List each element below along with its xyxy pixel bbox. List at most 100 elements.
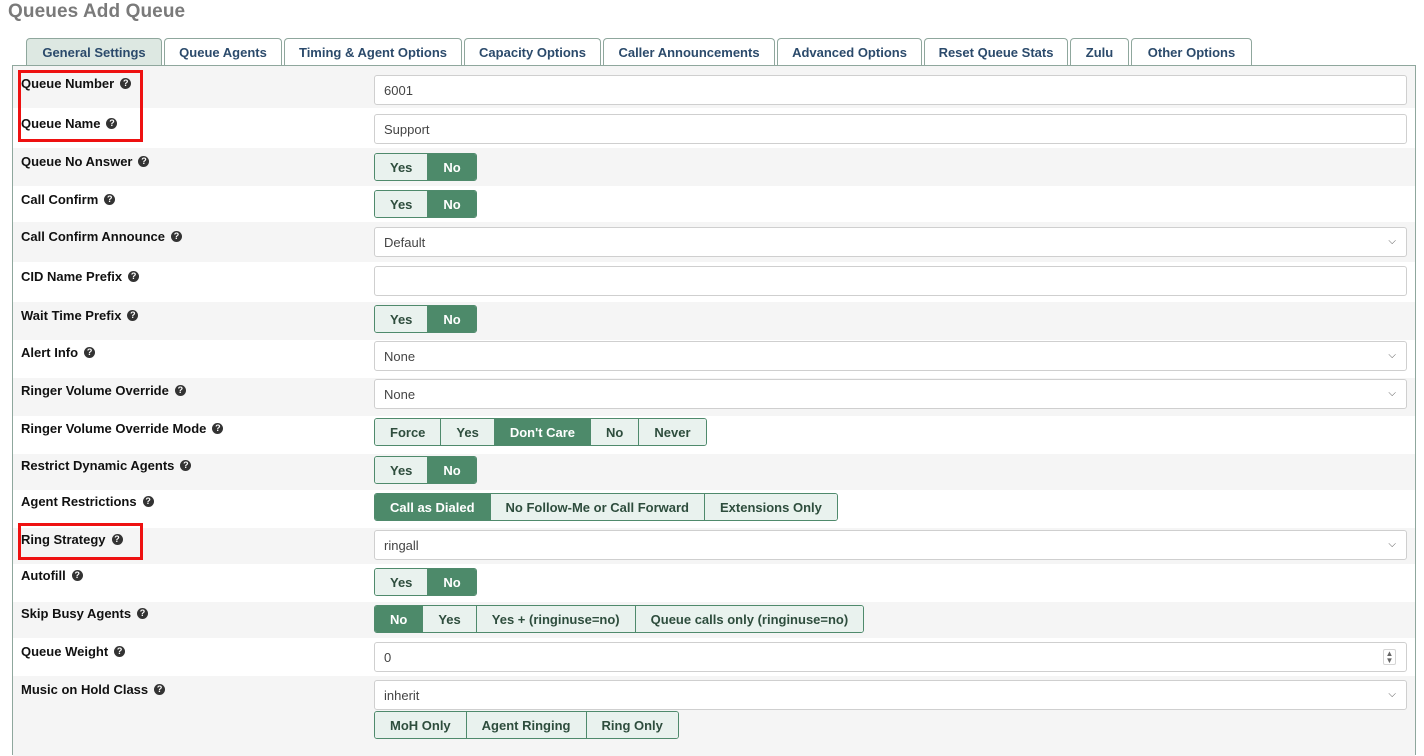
option-no[interactable]: No — [428, 154, 476, 180]
option-yes[interactable]: Yes — [375, 306, 429, 332]
field-label: Skip Busy Agents? — [21, 606, 149, 621]
queue-weight-input[interactable]: 0 ▲ ▼ — [374, 642, 1407, 672]
alert-info-select[interactable]: None ⌵ — [374, 341, 1407, 371]
question-circle-icon[interactable]: ? — [127, 310, 139, 321]
question-circle-icon[interactable]: ? — [106, 118, 118, 129]
question-circle-icon[interactable]: ? — [180, 460, 192, 471]
option-yes[interactable]: Yes — [441, 419, 495, 445]
row-call-confirm-announce: Call Confirm Announce? Default ⌵ — [13, 222, 1415, 262]
row-music-on-hold-class: Music on Hold Class? inherit ⌵ MoH Only A… — [13, 676, 1415, 756]
question-circle-icon[interactable]: ? — [142, 496, 154, 507]
chevron-down-icon: ⌵ — [1388, 350, 1396, 361]
tab-capacity-options[interactable]: Capacity Options — [464, 38, 601, 66]
question-circle-icon[interactable]: ? — [212, 423, 224, 434]
option-queue-calls-only[interactable]: Queue calls only (ringinuse=no) — [635, 606, 864, 632]
field-label: Ringer Volume Override? — [21, 383, 186, 398]
question-circle-icon[interactable]: ? — [84, 347, 96, 358]
field-label: Restrict Dynamic Agents? — [21, 458, 192, 473]
question-circle-icon[interactable]: ? — [174, 385, 186, 396]
ring-strategy-select[interactable]: ringall ⌵ — [374, 530, 1407, 560]
field-label: Autofill? — [21, 568, 83, 583]
question-circle-icon[interactable]: ? — [71, 570, 83, 581]
option-yes[interactable]: Yes — [423, 606, 477, 632]
option-never[interactable]: Never — [639, 419, 706, 445]
row-queue-weight: Queue Weight? 0 ▲ ▼ — [13, 638, 1415, 676]
row-ringer-volume-override: Ringer Volume Override? None ⌵ — [13, 378, 1415, 416]
question-circle-icon[interactable]: ? — [170, 231, 182, 242]
field-label: Wait Time Prefix? — [21, 308, 139, 323]
row-ring-strategy: Ring Strategy? ringall ⌵ — [13, 528, 1415, 564]
field-label: Call Confirm Announce? — [21, 229, 182, 244]
option-agent-ringing[interactable]: Agent Ringing — [466, 712, 587, 738]
field-label: Music on Hold Class? — [21, 682, 166, 697]
question-circle-icon[interactable]: ? — [154, 684, 166, 695]
question-circle-icon[interactable]: ? — [111, 534, 123, 545]
option-call-as-dialed[interactable]: Call as Dialed — [375, 494, 491, 520]
field-label: Ringer Volume Override Mode? — [21, 421, 224, 436]
option-no-follow-me[interactable]: No Follow-Me or Call Forward — [490, 494, 705, 520]
tab-timing-agent-options[interactable]: Timing & Agent Options — [284, 38, 462, 66]
ringer-volume-override-select[interactable]: None ⌵ — [374, 379, 1407, 409]
call-confirm-announce-select[interactable]: Default ⌵ — [374, 227, 1407, 257]
restrict-dynamic-agents-toggle: Yes No — [374, 456, 477, 484]
queue-number-input[interactable]: 6001 — [374, 75, 1407, 105]
field-label: Call Confirm? — [21, 192, 116, 207]
chevron-down-icon: ⌵ — [1388, 539, 1396, 550]
question-circle-icon[interactable]: ? — [128, 271, 140, 282]
question-circle-icon[interactable]: ? — [120, 78, 132, 89]
queue-name-input[interactable]: Support — [374, 114, 1407, 144]
general-settings-panel: Queue Number? 6001 Queue Name? Support Q… — [12, 65, 1416, 756]
spinner-icon[interactable]: ▲ ▼ — [1383, 649, 1396, 665]
row-restrict-dynamic-agents: Restrict Dynamic Agents? Yes No — [13, 454, 1415, 490]
option-yes[interactable]: Yes — [375, 457, 429, 483]
option-extensions-only[interactable]: Extensions Only — [705, 494, 837, 520]
option-no[interactable]: No — [375, 606, 424, 632]
option-no[interactable]: No — [591, 419, 640, 445]
question-circle-icon[interactable]: ? — [137, 608, 149, 619]
option-no[interactable]: No — [428, 457, 476, 483]
row-call-confirm: Call Confirm? Yes No — [13, 186, 1415, 222]
moh-mode-toggle: MoH Only Agent Ringing Ring Only — [374, 711, 679, 739]
option-yes[interactable]: Yes — [375, 154, 429, 180]
ringer-volume-override-mode-toggle: Force Yes Don't Care No Never — [374, 418, 707, 446]
row-alert-info: Alert Info? None ⌵ — [13, 340, 1415, 378]
tab-other-options[interactable]: Other Options — [1131, 38, 1252, 66]
row-skip-busy-agents: Skip Busy Agents? No Yes Yes + (ringinus… — [13, 602, 1415, 638]
music-on-hold-class-select[interactable]: inherit ⌵ — [374, 680, 1407, 710]
option-yes[interactable]: Yes — [375, 191, 429, 217]
row-ringer-volume-override-mode: Ringer Volume Override Mode? Force Yes D… — [13, 416, 1415, 454]
option-yes-ringinuse-no[interactable]: Yes + (ringinuse=no) — [476, 606, 636, 632]
field-label: Queue Name? — [21, 116, 118, 131]
tab-bar: General Settings Queue Agents Timing & A… — [26, 38, 1252, 66]
row-queue-name: Queue Name? Support — [13, 108, 1415, 148]
option-moh-only[interactable]: MoH Only — [375, 712, 467, 738]
tab-general-settings[interactable]: General Settings — [26, 38, 162, 66]
row-wait-time-prefix: Wait Time Prefix? Yes No — [13, 302, 1415, 340]
cid-name-prefix-input[interactable] — [374, 266, 1407, 296]
option-yes[interactable]: Yes — [375, 569, 429, 595]
chevron-down-icon: ⌵ — [1388, 236, 1396, 247]
option-no[interactable]: No — [428, 191, 476, 217]
question-circle-icon[interactable]: ? — [138, 156, 150, 167]
question-circle-icon[interactable]: ? — [104, 194, 116, 205]
tab-zulu[interactable]: Zulu — [1070, 38, 1129, 66]
tab-advanced-options[interactable]: Advanced Options — [777, 38, 922, 66]
row-autofill: Autofill? Yes No — [13, 564, 1415, 602]
option-no[interactable]: No — [428, 306, 476, 332]
option-force[interactable]: Force — [375, 419, 442, 445]
tab-queue-agents[interactable]: Queue Agents — [164, 38, 282, 66]
field-label: Queue No Answer? — [21, 154, 150, 169]
field-label: Queue Weight? — [21, 644, 126, 659]
spin-down-glyph: ▼ — [1385, 656, 1394, 665]
option-ring-only[interactable]: Ring Only — [586, 712, 678, 738]
row-queue-no-answer: Queue No Answer? Yes No — [13, 148, 1415, 186]
wait-time-prefix-toggle: Yes No — [374, 305, 477, 333]
row-agent-restrictions: Agent Restrictions? Call as Dialed No Fo… — [13, 490, 1415, 528]
question-circle-icon[interactable]: ? — [114, 646, 126, 657]
field-label: Agent Restrictions? — [21, 494, 154, 509]
tab-reset-queue-stats[interactable]: Reset Queue Stats — [924, 38, 1068, 66]
chevron-down-icon: ⌵ — [1388, 388, 1396, 399]
option-dont-care[interactable]: Don't Care — [494, 419, 592, 445]
tab-caller-announcements[interactable]: Caller Announcements — [603, 38, 775, 66]
option-no[interactable]: No — [428, 569, 476, 595]
